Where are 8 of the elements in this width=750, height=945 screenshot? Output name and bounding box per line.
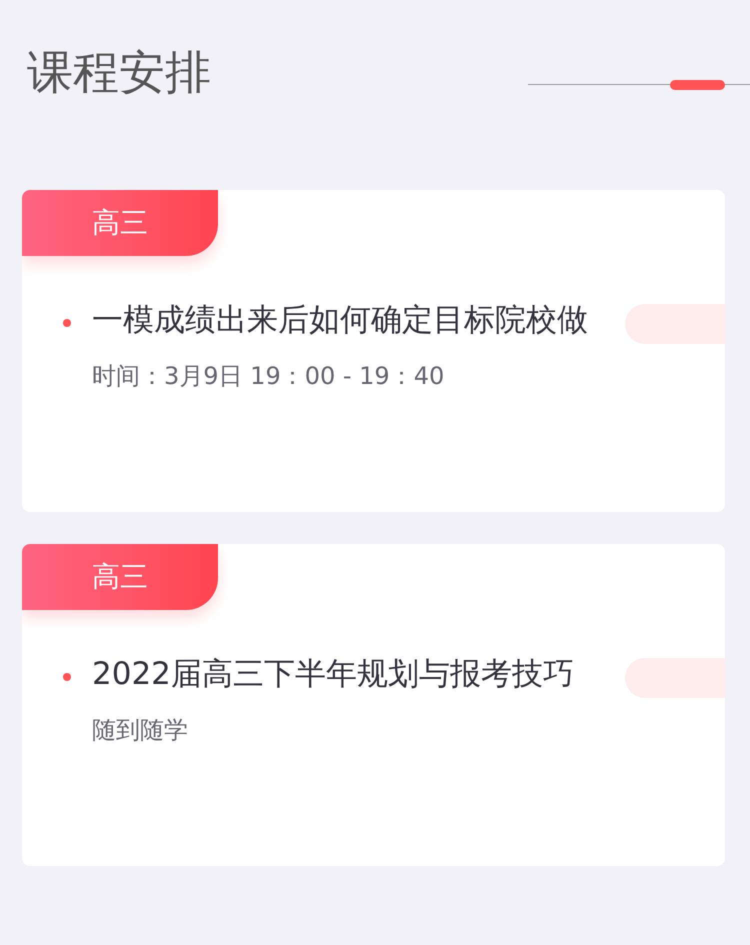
course-title: 一模成绩出来后如何确定目标院校做	[92, 302, 589, 338]
course-subtitle: 随到随学	[92, 715, 189, 746]
course-subtitle: 时间：3月9日 19：00 - 19：40	[92, 361, 446, 392]
course-title: 2022届高三下半年规划与报考技巧	[92, 656, 575, 692]
grade-tag: 高三	[22, 544, 218, 610]
grade-tag: 高三	[22, 190, 218, 256]
page-title: 课程安排	[27, 44, 211, 100]
indicator-pill	[670, 80, 725, 90]
